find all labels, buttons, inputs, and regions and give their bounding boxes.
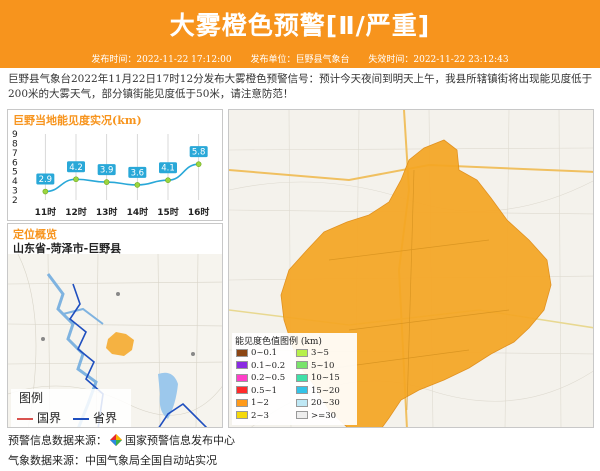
- issuer: 发布单位：巨野县气象台: [250, 55, 350, 65]
- legend-label: 5~10: [311, 360, 335, 371]
- weather-source-line: 气象数据来源：中国气象局全国自动站实况: [8, 454, 217, 467]
- warning-source-label: 预警信息数据来源：: [8, 434, 107, 447]
- legend-label: >=30: [311, 410, 337, 421]
- x-tick-label: 11时: [35, 206, 57, 218]
- data-point: [165, 177, 171, 184]
- legend-item: 0.5~1: [236, 386, 277, 396]
- x-tick-label: 16时: [188, 206, 210, 218]
- legend-label: 20~30: [311, 398, 340, 408]
- legend-swatch: [236, 398, 248, 407]
- legend-swatch: [236, 386, 248, 394]
- nwaic-logo-icon: [110, 434, 122, 446]
- data-label: 3.6: [131, 168, 145, 178]
- data-label: 5.8: [192, 148, 206, 158]
- fog-map-panel[interactable]: 能见度色值图例 (km) 0~0.1 3~5 0.1~0.2 5~10 0.2~0.5 1…: [228, 109, 594, 428]
- location-panel: 定位概览 山东省-菏泽市-巨野县 图例 国界 省界: [7, 223, 223, 428]
- warning-description: 巨野县气象台2022年11月22日17时12分发布大雾橙色预警信号：预计今天夜间…: [8, 73, 593, 100]
- legend-label: 15~20: [311, 385, 340, 396]
- data-label: 4.1: [161, 164, 175, 174]
- legend-item: 20~30: [296, 398, 340, 408]
- data-point: [42, 188, 49, 195]
- legend-item: 1~2: [236, 398, 269, 408]
- data-point: [195, 161, 202, 167]
- legend-swatch: [236, 373, 248, 382]
- legend-swatch: [296, 398, 308, 407]
- warning-source-line: 预警信息数据来源： 国家预警信息发布中心: [8, 432, 235, 448]
- legend-item: >=30: [296, 411, 336, 421]
- warning-header: 大雾橙色预警[Ⅱ/严重]: [0, 0, 600, 53]
- data-label: 3.9: [100, 166, 114, 176]
- visibility-title: 巨野当地能见度实况(km): [13, 114, 142, 127]
- legend-item: 15~20: [296, 386, 340, 396]
- x-tick-label: 15时: [157, 206, 179, 218]
- warning-meta-bar: 发布时间：2022-11-22 17:12:00 发布单位：巨野县气象台 失效时…: [0, 53, 600, 68]
- legend-item: 5~10: [296, 361, 334, 371]
- legend-swatch: [296, 361, 308, 369]
- legend-national-border: 国界: [17, 409, 61, 426]
- data-label: 2.9: [39, 175, 53, 185]
- legend-item: 0.1~0.2: [236, 361, 285, 371]
- visibility-panel: 巨野当地能见度实况(km) 9 8 7 6 5 4 3 2 2.9 11时 4.2 12时 3.9 13时…: [7, 109, 223, 221]
- issue-time: 发布时间：2022-11-22 17:12:00: [91, 55, 232, 65]
- x-tick-label: 12时: [65, 206, 87, 218]
- legend-label: 0.2~0.5: [251, 373, 286, 383]
- legend-swatch: [236, 348, 248, 357]
- color-legend-title: 能见度色值图例 (km): [235, 337, 322, 347]
- visibility-color-legend: 能见度色值图例 (km) 0~0.1 3~5 0.1~0.2 5~10 0.2~0.5 1…: [232, 333, 357, 425]
- legend-label: 1~2: [251, 398, 269, 408]
- legend-label: 2~3: [251, 410, 269, 421]
- legend-swatch: [296, 348, 308, 357]
- legend-label: 3~5: [311, 348, 329, 358]
- data-point: [103, 179, 110, 185]
- legend-item: 0.2~0.5: [236, 373, 285, 383]
- x-tick-label: 14时: [127, 206, 149, 218]
- location-legend: 图例 国界 省界: [11, 389, 131, 427]
- visibility-chart: 987654322.911时4.212时3.913时3.614时4.115时5.…: [12, 130, 210, 218]
- legend-item: 0~0.1: [236, 348, 277, 358]
- legend-swatch: [236, 411, 248, 419]
- data-point: [73, 176, 79, 183]
- warning-source-name[interactable]: 国家预警信息发布中心: [125, 434, 235, 447]
- legend-swatch: [296, 411, 308, 419]
- data-point: [134, 182, 141, 188]
- legend-item: 2~3: [236, 411, 269, 421]
- y-tick-label: 2: [12, 196, 18, 206]
- legend-item: 10~15: [296, 373, 340, 383]
- location-legend-title: 图例: [19, 391, 44, 405]
- expire-time: 失效时间：2022-11-22 23:12:43: [368, 55, 509, 65]
- legend-province-border: 省界: [73, 409, 117, 426]
- legend-label: 0.1~0.2: [251, 360, 286, 371]
- x-tick-label: 13时: [96, 206, 118, 218]
- legend-label: 0.5~1: [251, 385, 278, 396]
- legend-item: 3~5: [296, 348, 329, 358]
- legend-swatch: [296, 373, 308, 382]
- legend-label: 10~15: [311, 373, 340, 383]
- legend-swatch: [296, 386, 308, 394]
- data-label: 4.2: [69, 163, 83, 173]
- warning-title: 大雾橙色预警[Ⅱ/严重]: [169, 11, 431, 40]
- legend-label: 0~0.1: [251, 348, 278, 358]
- legend-swatch: [236, 361, 248, 369]
